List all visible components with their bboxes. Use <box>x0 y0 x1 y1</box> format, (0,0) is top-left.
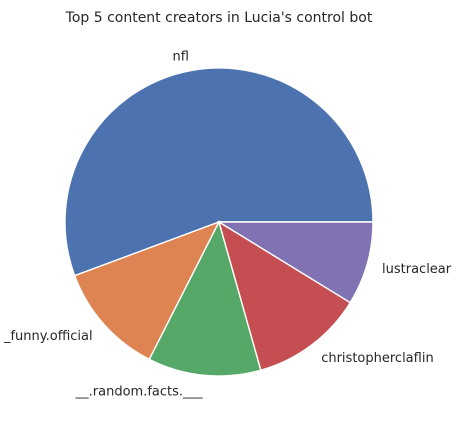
pie-chart-canvas: Top 5 content creators in Lucia's contro… <box>3 10 452 400</box>
pie-label-funny-official: _funny.official <box>3 329 93 344</box>
pie-chart: Top 5 content creators in Lucia's contro… <box>0 0 463 425</box>
pie-label-lustraclear: lustraclear <box>382 262 452 277</box>
chart-title: Top 5 content creators in Lucia's contro… <box>65 10 373 26</box>
pie-label-nfl: nfl <box>173 49 189 64</box>
pie-slices <box>64 67 374 377</box>
pie-label-christopherclaflin: christopherclaflin <box>321 351 433 366</box>
pie-label-random-facts: __.random.facts.___ <box>75 385 203 400</box>
